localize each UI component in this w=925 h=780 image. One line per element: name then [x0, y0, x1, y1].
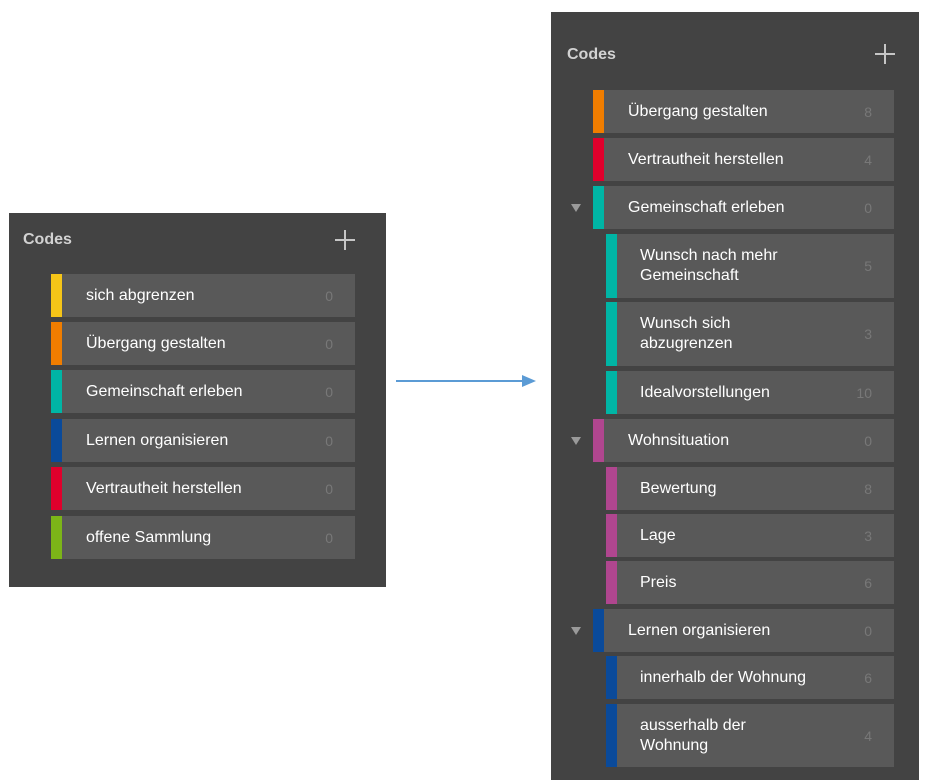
- code-count: 0: [325, 287, 333, 304]
- plus-icon[interactable]: [875, 44, 895, 64]
- code-label: Übergang gestalten: [86, 334, 226, 352]
- code-item[interactable]: Lernen organisieren 0: [51, 419, 355, 462]
- code-count: 6: [864, 574, 872, 591]
- plus-icon[interactable]: [335, 230, 355, 250]
- code-item[interactable]: Übergang gestalten 0: [51, 322, 355, 365]
- code-label: Wohnsituation: [628, 431, 730, 449]
- code-item[interactable]: ausserhalb der Wohnung 4: [606, 704, 894, 767]
- code-count: 0: [864, 432, 872, 449]
- code-label: innerhalb der Wohnung: [640, 668, 807, 686]
- code-color-bar: [606, 561, 617, 604]
- expand-triangle-icon[interactable]: [571, 437, 581, 445]
- code-item[interactable]: Lage 3: [606, 514, 894, 557]
- code-count: 0: [325, 383, 333, 400]
- code-item[interactable]: Bewertung 8: [606, 467, 894, 510]
- code-count: 6: [864, 669, 872, 686]
- code-count: 3: [864, 326, 872, 342]
- code-label: Wunsch nach mehr Gemeinschaft: [640, 247, 778, 284]
- code-item[interactable]: Vertrautheit herstellen 0: [51, 467, 355, 510]
- code-item[interactable]: Wunsch sich abzugrenzen 3: [606, 302, 894, 366]
- code-color-bar: [593, 609, 604, 652]
- code-label: Vertrautheit herstellen: [86, 479, 242, 497]
- code-color-bar: [593, 138, 604, 181]
- code-label: Vertrautheit herstellen: [628, 150, 784, 168]
- code-color-bar: [606, 371, 617, 414]
- codes-panel-before: Codes sich abgrenzen 0 Übergang gestalte…: [9, 213, 386, 587]
- code-label: Bewertung: [640, 479, 717, 497]
- code-color-bar: [593, 90, 604, 133]
- panel-title: Codes: [23, 231, 72, 248]
- code-count: 3: [864, 527, 872, 544]
- code-label: Lernen organisieren: [86, 431, 229, 449]
- code-item[interactable]: Preis 6: [606, 561, 894, 604]
- code-item[interactable]: innerhalb der Wohnung 6: [606, 656, 894, 699]
- code-item[interactable]: Wunsch nach mehr Gemeinschaft 5: [606, 234, 894, 298]
- code-item[interactable]: Lernen organisieren 0: [593, 609, 894, 652]
- code-count: 0: [325, 335, 333, 352]
- code-label: Gemeinschaft erleben: [628, 198, 785, 216]
- code-label: Wunsch sich abzugrenzen: [640, 315, 733, 352]
- code-color-bar: [51, 370, 62, 413]
- code-label: Preis: [640, 573, 677, 591]
- code-count: 5: [864, 258, 872, 274]
- code-color-bar: [606, 467, 617, 510]
- code-label: offene Sammlung: [86, 528, 212, 546]
- code-item[interactable]: Wohnsituation 0: [593, 419, 894, 462]
- code-color-bar: [606, 234, 617, 298]
- code-color-bar: [606, 704, 617, 767]
- code-count: 8: [864, 480, 872, 497]
- code-count: 10: [856, 384, 872, 401]
- code-color-bar: [593, 186, 604, 229]
- expand-triangle-icon[interactable]: [571, 204, 581, 212]
- code-color-bar: [606, 302, 617, 366]
- code-color-bar: [51, 419, 62, 462]
- code-label: Idealvorstellungen: [640, 383, 770, 401]
- code-count: 8: [864, 103, 872, 120]
- code-color-bar: [606, 656, 617, 699]
- code-label: Übergang gestalten: [628, 102, 768, 120]
- codes-panel-after: Codes Übergang gestalten 8 Vertrautheit …: [551, 12, 919, 780]
- code-count: 0: [864, 199, 872, 216]
- code-color-bar: [51, 322, 62, 365]
- code-item[interactable]: Vertrautheit herstellen 4: [593, 138, 894, 181]
- code-count: 0: [325, 480, 333, 497]
- code-label: ausserhalb der Wohnung: [640, 716, 746, 754]
- code-item[interactable]: Gemeinschaft erleben 0: [593, 186, 894, 229]
- code-item[interactable]: Idealvorstellungen 10: [606, 371, 894, 414]
- code-label: Gemeinschaft erleben: [86, 382, 243, 400]
- code-count: 0: [325, 529, 333, 546]
- code-item[interactable]: sich abgrenzen 0: [51, 274, 355, 317]
- code-color-bar: [593, 419, 604, 462]
- code-count: 4: [864, 151, 872, 168]
- code-color-bar: [51, 274, 62, 317]
- code-label: sich abgrenzen: [86, 286, 195, 304]
- code-count: 0: [864, 622, 872, 639]
- code-item[interactable]: offene Sammlung 0: [51, 516, 355, 559]
- code-count: 0: [325, 432, 333, 449]
- code-item[interactable]: Gemeinschaft erleben 0: [51, 370, 355, 413]
- code-label: Lage: [640, 526, 676, 544]
- code-color-bar: [606, 514, 617, 557]
- code-label: Lernen organisieren: [628, 621, 771, 639]
- code-item[interactable]: Übergang gestalten 8: [593, 90, 894, 133]
- code-color-bar: [51, 467, 62, 510]
- panel-title: Codes: [567, 46, 616, 63]
- code-color-bar: [51, 516, 62, 559]
- expand-triangle-icon[interactable]: [571, 627, 581, 635]
- code-count: 4: [864, 727, 872, 744]
